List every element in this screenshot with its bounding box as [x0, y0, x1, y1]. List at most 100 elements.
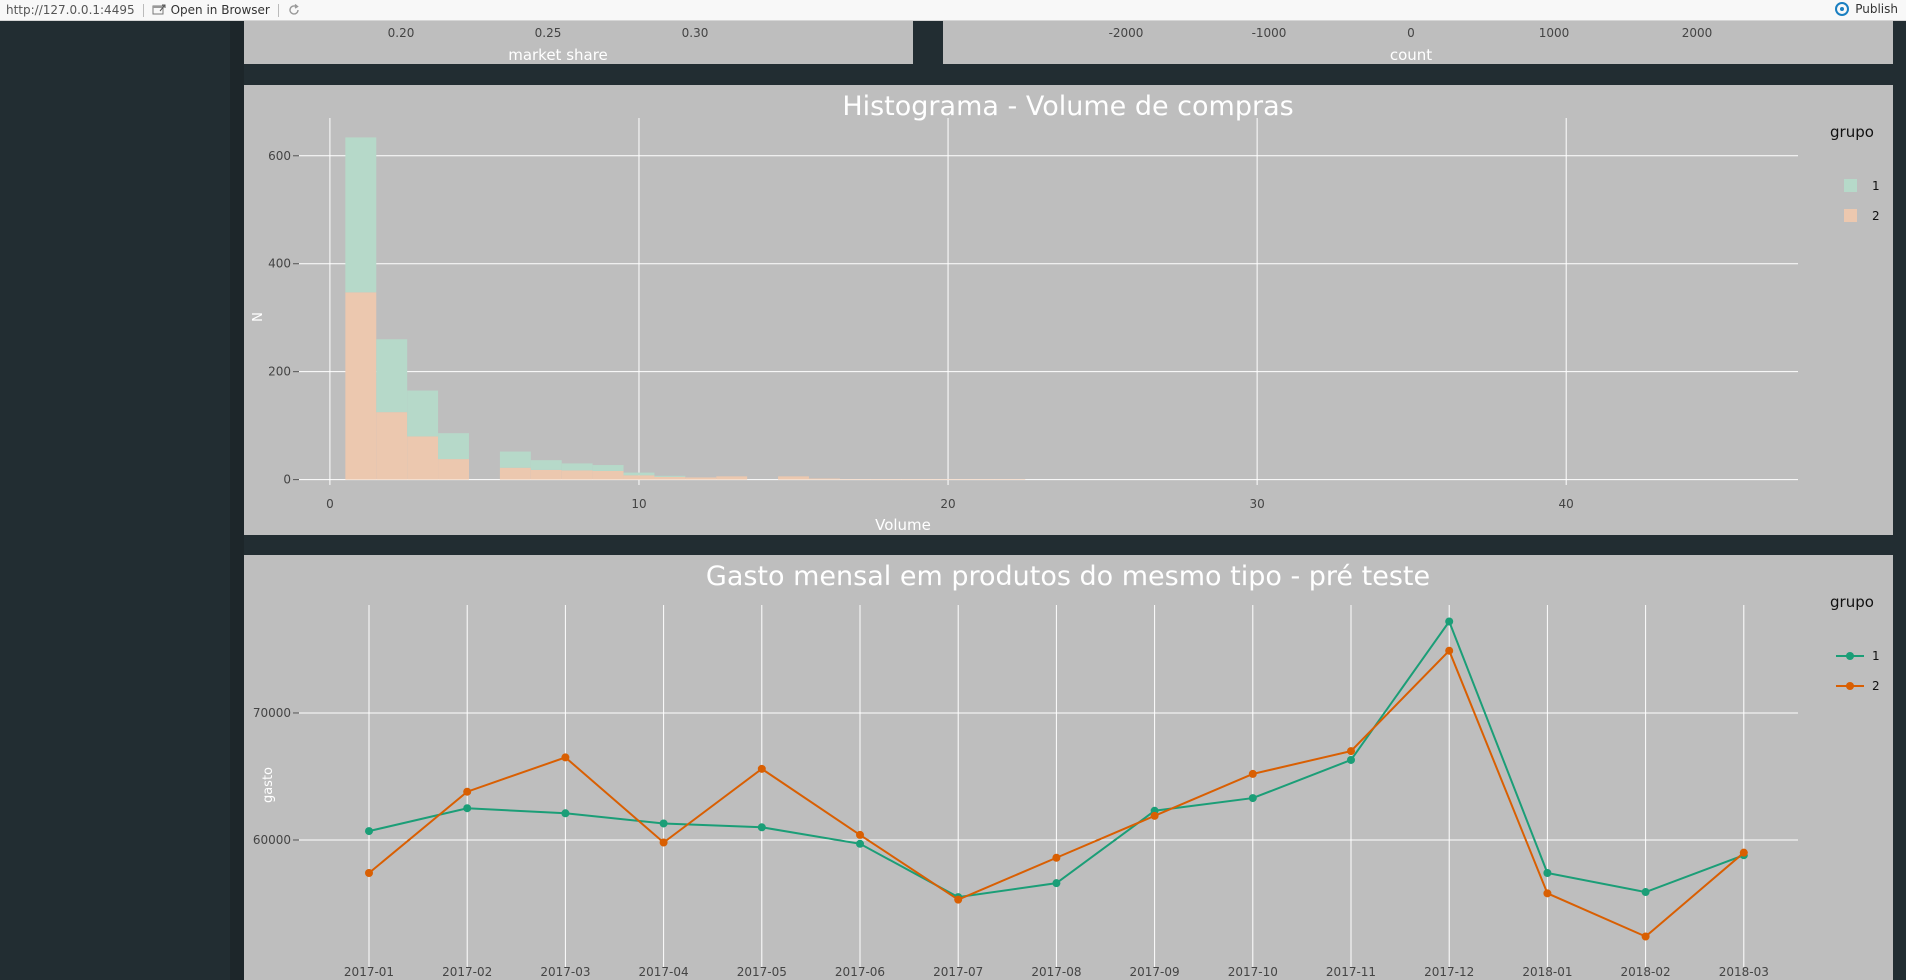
histogram-bar-group-1: [499, 451, 531, 468]
toolbar-divider: [142, 3, 144, 17]
data-point-group-2: [954, 895, 963, 904]
histogram-bar-group-2: [778, 476, 809, 480]
data-point-group-2: [1641, 932, 1650, 941]
histogram-bar-group-2: [839, 479, 871, 480]
y-tick-label: 400: [268, 257, 291, 271]
x-tick-label: 2017-11: [1326, 965, 1376, 979]
x-tick-label: 2017-04: [639, 965, 689, 979]
histogram-bar-group-1: [438, 433, 469, 460]
data-point-group-1: [1543, 869, 1552, 878]
data-point-group-2: [561, 753, 570, 762]
publish-label: Publish: [1855, 2, 1898, 16]
legend-title: grupo: [1830, 123, 1874, 141]
histogram-bar-group-2: [592, 470, 624, 480]
x-tick-label: 2017-12: [1424, 965, 1474, 979]
data-point-group-1: [365, 827, 373, 836]
market-share-panel: 0.20 0.25 0.30 market share: [244, 21, 913, 64]
x-tick-label: 30: [1249, 497, 1264, 511]
legend-marker: [1846, 682, 1854, 690]
legend-swatch: [1844, 179, 1857, 192]
toolbar-divider: [277, 3, 279, 17]
count-axis: -2000 -1000 0 1000 2000 count: [1109, 26, 1713, 64]
histogram-bar-group-1: [654, 475, 686, 477]
y-axis-title: gasto: [261, 767, 276, 803]
data-point-group-2: [1248, 769, 1257, 778]
histogram-bar-group-2: [438, 459, 469, 480]
x-tick-label: 2018-03: [1719, 965, 1769, 979]
data-point-group-1: [561, 809, 570, 818]
histogram-bar-group-1: [561, 463, 593, 471]
data-point-group-1: [1052, 879, 1061, 888]
sidebar-divider: [230, 21, 244, 980]
data-point-group-2: [1347, 747, 1355, 756]
x-tick-label: 40: [1559, 497, 1574, 511]
data-point-group-2: [1150, 811, 1159, 820]
x-tick-label: 2018-02: [1621, 965, 1671, 979]
refresh-icon: [289, 3, 299, 15]
x-tick-label: -2000: [1109, 26, 1144, 40]
open-in-browser-button[interactable]: Open in Browser: [152, 3, 270, 17]
histogram-bar-group-2: [808, 478, 840, 480]
publish-icon: [1835, 2, 1850, 16]
refresh-button[interactable]: [287, 3, 301, 17]
histogram-panel: Histograma - Volume de compras 0 200 400 600…: [244, 85, 1893, 535]
y-tick-label: 200: [268, 365, 291, 379]
histogram-bar-group-2: [561, 470, 593, 480]
x-tick-label: 2017-06: [835, 965, 885, 979]
data-point-group-2: [856, 830, 864, 839]
data-point-group-2: [1445, 646, 1454, 655]
data-point-group-2: [659, 838, 668, 847]
histogram-bar-group-2: [963, 479, 995, 480]
publish-button[interactable]: Publish: [1834, 1, 1898, 17]
histogram-bar-group-1: [345, 137, 377, 293]
data-point-group-1: [757, 823, 766, 832]
x-tick-label: 2017-08: [1031, 965, 1081, 979]
histogram-bar-group-1: [623, 472, 655, 476]
x-tick-label: 2017-09: [1130, 965, 1180, 979]
chart-title: Gasto mensal em produtos do mesmo tipo -…: [706, 561, 1430, 592]
histogram-bar-group-2: [994, 479, 1026, 480]
x-tick-label: 0.20: [388, 26, 415, 40]
dashboard-sidebar: [0, 21, 230, 980]
histogram-bar-group-2: [345, 292, 377, 480]
y-axis-title: N: [248, 312, 263, 322]
data-point-group-1: [1445, 617, 1454, 626]
data-point-group-2: [1739, 848, 1748, 857]
y-tick-label: 600: [268, 149, 291, 163]
chart-title: Histograma - Volume de compras: [842, 91, 1293, 122]
histogram-bar-group-1: [530, 460, 562, 470]
histogram-bar-group-2: [716, 476, 748, 480]
x-axis-title: count: [1390, 46, 1432, 64]
x-tick-label: 0: [1407, 26, 1415, 40]
open-in-browser-label: Open in Browser: [170, 3, 270, 17]
market-share-axis: 0.20 0.25 0.30 market share: [388, 26, 709, 64]
x-tick-label: 2017-05: [737, 965, 787, 979]
x-axis-title: Volume: [875, 516, 931, 534]
y-tick-label: 0: [283, 473, 291, 487]
x-tick-label: 1000: [1539, 26, 1570, 40]
histogram-bar-group-2: [870, 479, 902, 480]
histogram-bar-group-1: [592, 465, 624, 471]
data-point-group-2: [365, 869, 373, 878]
viewer-toolbar: http://127.0.0.1:4495 Open in Browser Pu…: [0, 0, 1906, 21]
legend-label: 2: [1872, 679, 1880, 693]
data-point-group-1: [1248, 794, 1257, 803]
histogram-bar-group-1: [376, 339, 408, 413]
y-tick-label: 70000: [253, 706, 291, 720]
data-point-group-1: [1641, 888, 1650, 897]
legend-marker: [1846, 652, 1854, 660]
histogram-bar-group-2: [932, 479, 964, 480]
histogram-bar-group-2: [685, 477, 717, 480]
legend-label: 1: [1872, 179, 1880, 193]
external-window-icon: [152, 4, 166, 15]
y-tick-label: 60000: [253, 833, 291, 847]
x-tick-label: 0.25: [535, 26, 562, 40]
histogram-chart: Histograma - Volume de compras 0 200 400 600…: [248, 91, 1880, 534]
data-point-group-1: [463, 804, 472, 813]
data-point-group-1: [856, 839, 864, 848]
legend-label: 2: [1872, 209, 1880, 223]
x-axis-title: market share: [508, 46, 608, 64]
legend-title: grupo: [1830, 593, 1874, 611]
data-point-group-2: [1543, 889, 1552, 898]
x-tick-label: 2017-10: [1228, 965, 1278, 979]
